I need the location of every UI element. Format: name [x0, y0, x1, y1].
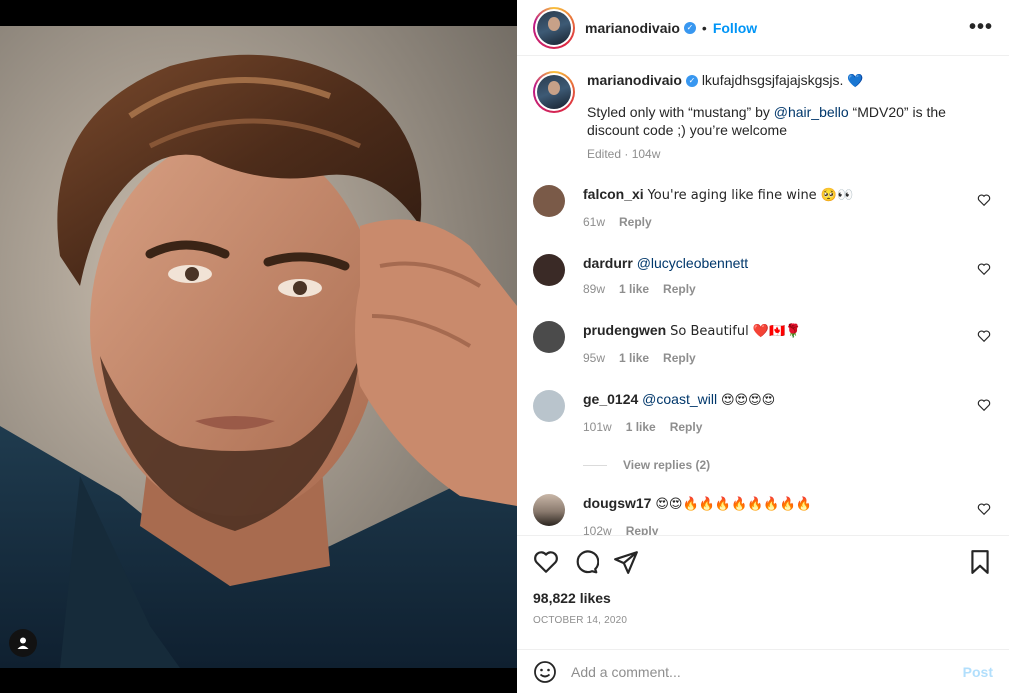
comment-item: ge_0124 @coast_will 😍😍😍😍 101w 1 like Reply	[533, 390, 993, 436]
caption: marianodivaio ✓ lkufajdhsgsjfajajskgsjs. …	[533, 57, 993, 163]
comment-likes[interactable]: 1 like	[626, 420, 656, 434]
comment-item: dardurr @lucycleobennett 89w 1 like Reply	[533, 254, 993, 298]
commenter-avatar[interactable]	[533, 185, 565, 217]
comment-input[interactable]	[571, 663, 963, 680]
caption-text-a: Styled only with “mustang” by	[587, 104, 774, 120]
share-icon[interactable]	[613, 549, 639, 575]
verified-icon: ✓	[683, 21, 696, 34]
commenter-avatar[interactable]	[533, 494, 565, 526]
commenter-username[interactable]: falcon_xi	[583, 186, 644, 202]
portrait-image	[0, 26, 517, 668]
author-username[interactable]: marianodivaio	[585, 20, 680, 36]
comment-age: 89w	[583, 282, 606, 296]
like-comment-icon[interactable]	[977, 193, 991, 207]
commenter-username[interactable]: ge_0124	[583, 391, 638, 407]
caption-heart: 💙	[847, 74, 864, 89]
caption-meta: Edited · 104w	[587, 147, 661, 161]
separator-dot: •	[701, 19, 707, 36]
comment-item: dougsw17 😍😍🔥🔥🔥🔥🔥🔥🔥🔥 102w Reply	[533, 494, 993, 535]
caption-username[interactable]: marianodivaio	[587, 72, 682, 88]
caption-author-avatar[interactable]	[533, 71, 575, 113]
comment-text: 😍😍🔥🔥🔥🔥🔥🔥🔥🔥	[655, 497, 812, 512]
caption-body: Styled only with “mustang” by @hair_bell…	[587, 103, 993, 139]
post-header: marianodivaio ✓ • Follow •••	[517, 0, 1009, 56]
reply-button[interactable]: Reply	[663, 282, 696, 296]
comment-age: 101w	[583, 420, 612, 434]
reply-button[interactable]: Reply	[670, 420, 703, 434]
view-replies-label: View replies (2)	[623, 458, 711, 472]
like-comment-icon[interactable]	[977, 502, 991, 516]
post-panel: marianodivaio ✓ • Follow ••• marianodiva…	[517, 0, 1009, 693]
comment-mention[interactable]: @lucycleobennett	[637, 255, 749, 271]
post-media	[0, 0, 517, 693]
comment-icon[interactable]	[573, 549, 599, 575]
commenter-username[interactable]: dardurr	[583, 255, 633, 271]
post-photo[interactable]	[0, 26, 517, 668]
comment-age: 61w	[583, 215, 606, 229]
like-comment-icon[interactable]	[977, 329, 991, 343]
comments-list[interactable]: marianodivaio ✓ lkufajdhsgsjfajajskgsjs. …	[517, 57, 1009, 535]
commenter-username[interactable]: dougsw17	[583, 495, 651, 511]
post-comment-button[interactable]: Post	[963, 664, 993, 680]
like-comment-icon[interactable]	[977, 262, 991, 276]
caption-mention[interactable]: @hair_bello	[774, 104, 849, 120]
verified-icon: ✓	[685, 75, 698, 88]
comment-age: 95w	[583, 351, 606, 365]
comment-text: You're aging like fine wine 🥺👀	[647, 188, 854, 203]
post-actions: 98,822 likes OCTOBER 14, 2020	[517, 535, 1009, 626]
comment-item: prudengwen So Beautiful ❤️🇨🇦🌹 95w 1 like R…	[533, 321, 993, 367]
like-comment-icon[interactable]	[977, 398, 991, 412]
replies-divider	[583, 464, 607, 466]
likes-count[interactable]: 98,822 likes	[533, 590, 993, 606]
heart-icon[interactable]	[533, 549, 559, 575]
follow-button[interactable]: Follow	[713, 20, 757, 36]
commenter-username[interactable]: prudengwen	[583, 322, 666, 338]
comment-likes[interactable]: 1 like	[619, 282, 649, 296]
comment-text: So Beautiful ❤️🇨🇦🌹	[670, 324, 802, 339]
commenter-avatar[interactable]	[533, 254, 565, 286]
comment-age: 102w	[583, 524, 612, 535]
comment-likes[interactable]: 1 like	[619, 351, 649, 365]
more-icon[interactable]: •••	[969, 16, 993, 39]
author-avatar[interactable]	[533, 6, 575, 49]
comment-mention[interactable]: @coast_will	[642, 391, 717, 407]
reply-button[interactable]: Reply	[619, 215, 652, 229]
commenter-avatar[interactable]	[533, 321, 565, 353]
comment-text: 😍😍😍😍	[720, 393, 776, 408]
emoji-icon[interactable]	[533, 660, 557, 684]
comment-composer: Post	[517, 649, 1009, 693]
caption-first-line: lkufajdhsgsjfajajskgsjs.	[701, 72, 844, 88]
bookmark-icon[interactable]	[967, 549, 993, 575]
comment-item: falcon_xi You're aging like fine wine 🥺👀…	[533, 185, 993, 231]
reply-button[interactable]: Reply	[663, 351, 696, 365]
view-replies-button[interactable]: View replies (2)	[583, 458, 993, 472]
post-date[interactable]: OCTOBER 14, 2020	[533, 615, 993, 626]
commenter-avatar[interactable]	[533, 390, 565, 422]
user-tag-icon[interactable]	[9, 629, 37, 657]
reply-button[interactable]: Reply	[626, 524, 659, 535]
